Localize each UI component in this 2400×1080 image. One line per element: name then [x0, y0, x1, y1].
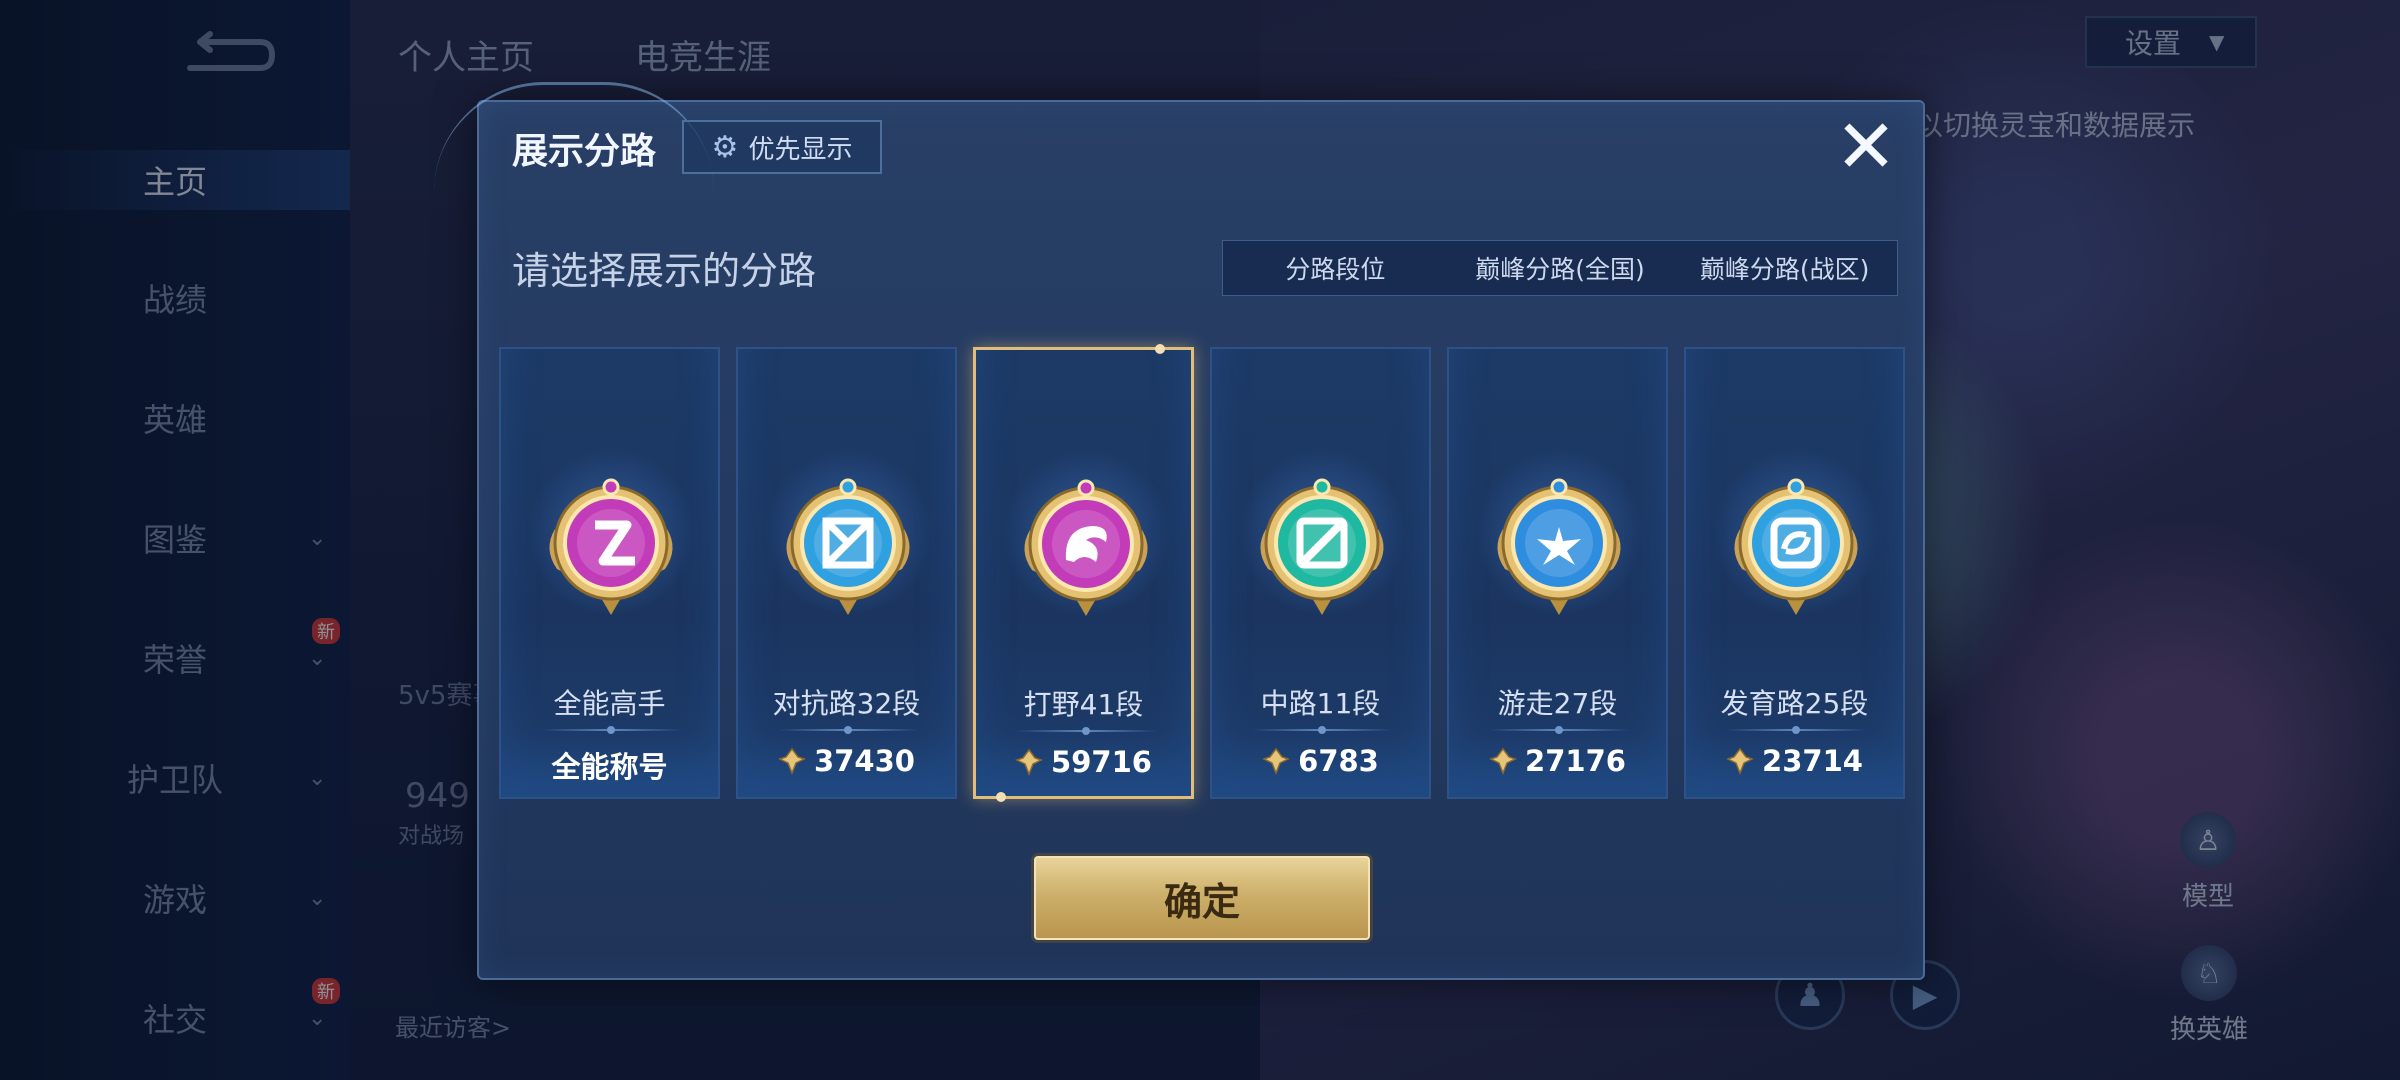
- lane-card[interactable]: 游走27段 27176: [1447, 347, 1668, 799]
- dialog-subtitle: 请选择展示的分路: [512, 249, 817, 293]
- lane-rank-label: 对抗路32段: [772, 687, 921, 720]
- jungle-icon: [1024, 479, 1148, 616]
- lane-score: 全能称号: [501, 744, 718, 786]
- priority-display-label: 优先显示: [748, 134, 853, 165]
- priority-display-button[interactable]: ⚙ 优先显示: [682, 120, 882, 174]
- lane-score: 37430: [738, 744, 955, 778]
- lane-rank-label: 发育路25段: [1720, 687, 1869, 720]
- confirm-button[interactable]: 确定: [1034, 856, 1370, 940]
- lane-card[interactable]: 发育路25段 23714: [1684, 347, 1905, 799]
- lane-score-value: 37430: [814, 744, 915, 778]
- close-icon: ✕: [1834, 104, 1897, 190]
- card-divider: [1726, 726, 1867, 734]
- card-divider: [1489, 726, 1630, 734]
- lane-score: 59716: [976, 745, 1191, 779]
- farm-lane-icon: [1734, 478, 1858, 615]
- display-lane-dialog: 展示分路 ⚙ 优先显示 ✕ 请选择展示的分路 分路段位 巅峰分路(全国) 巅峰分…: [434, 82, 1925, 980]
- lane-rank-label: 全能高手: [553, 687, 666, 720]
- card-divider: [1016, 727, 1157, 735]
- card-divider: [778, 726, 919, 734]
- lane-score-value: 全能称号: [551, 750, 668, 784]
- lane-card[interactable]: 中路11段 6783: [1210, 347, 1431, 799]
- card-divider: [541, 726, 682, 734]
- lane-card[interactable]: 对抗路32段 37430: [736, 347, 957, 799]
- card-divider: [1252, 726, 1393, 734]
- selection-dot: [1155, 344, 1165, 354]
- close-button[interactable]: ✕: [1831, 104, 1901, 190]
- tab-peak-region[interactable]: 巅峰分路(战区): [1672, 241, 1897, 295]
- lane-card[interactable]: 打野41段 59716: [973, 344, 1194, 802]
- lane-rank-label: 中路11段: [1260, 687, 1381, 720]
- lane-rank-label: 游走27段: [1497, 687, 1618, 720]
- confirm-label: 确定: [1163, 879, 1240, 924]
- dialog-title: 展示分路: [512, 131, 657, 172]
- tab-lane-rank[interactable]: 分路段位: [1223, 241, 1448, 295]
- lane-rank-label: 打野41段: [1023, 688, 1144, 721]
- tab-peak-national[interactable]: 巅峰分路(全国): [1448, 241, 1673, 295]
- lane-score-value: 6783: [1298, 744, 1379, 778]
- peak-score-icon: [1489, 747, 1518, 775]
- lane-score-value: 23714: [1762, 744, 1863, 778]
- peak-score-icon: [1726, 747, 1755, 775]
- lane-score: 27176: [1449, 744, 1666, 778]
- gear-icon: ⚙: [711, 129, 739, 165]
- lane-score: 23714: [1686, 744, 1903, 778]
- clash-lane-icon: [786, 478, 910, 615]
- lane-score-value: 59716: [1051, 745, 1152, 779]
- lane-tabs: 分路段位 巅峰分路(全国) 巅峰分路(战区): [1222, 240, 1898, 296]
- lane-card[interactable]: 全能高手 全能称号: [499, 347, 720, 799]
- lane-card-list: 全能高手 全能称号 对抗路32段 37430 打野41段 59716 中路11段 6783 游走…: [499, 344, 1907, 802]
- lane-score: 6783: [1212, 744, 1429, 778]
- peak-score-icon: [1015, 748, 1044, 776]
- lane-score-value: 27176: [1525, 744, 1626, 778]
- all-round-icon: [549, 478, 673, 615]
- roam-icon: [1497, 478, 1621, 615]
- peak-score-icon: [1262, 747, 1291, 775]
- selection-dot: [996, 792, 1006, 802]
- mid-lane-icon: [1260, 478, 1384, 615]
- peak-score-icon: [778, 747, 807, 775]
